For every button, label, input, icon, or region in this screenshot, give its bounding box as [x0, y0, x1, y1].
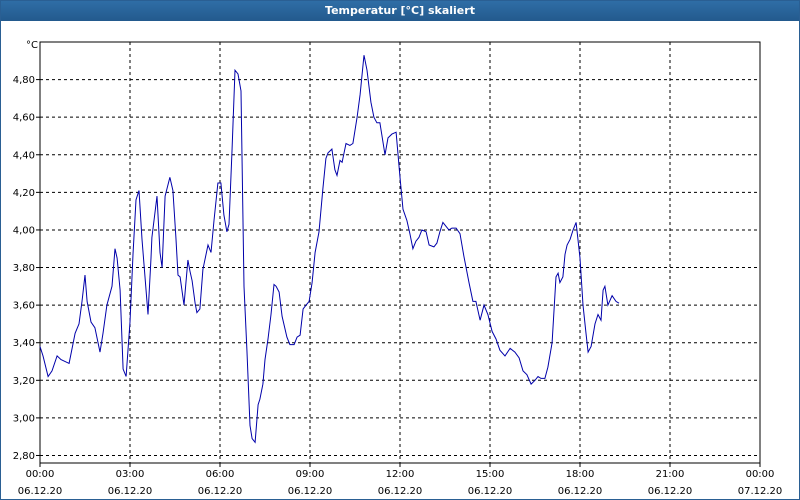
- y-tick-label: 4,60: [13, 113, 35, 124]
- y-tick-label: 4,40: [13, 150, 35, 161]
- x-tick-date-label: 06.12.20: [558, 486, 603, 497]
- y-tick-label: 4,20: [13, 188, 35, 199]
- x-tick-time-label: 03:00: [116, 469, 145, 480]
- y-axis-ticks: 2,80 3,00 3,20 3,40 3,60 3,80 4,00 4,20 4,40 4,60…: [13, 75, 40, 462]
- y-axis-unit-label: °C: [26, 40, 38, 51]
- y-tick-label: 3,00: [13, 413, 35, 424]
- x-tick-date-label: 06.12.20: [288, 486, 333, 497]
- x-tick-time-label: 12:00: [386, 469, 415, 480]
- x-tick-date-label: 06.12.20: [18, 486, 63, 497]
- x-tick-time-label: 00:00: [746, 469, 775, 480]
- x-tick-time-label: 06:00: [206, 469, 235, 480]
- x-axis-ticks: 00:00 06.12.20 03:00 06.12.20 06:00 06.12.20 0…: [18, 463, 783, 497]
- x-tick-time-label: 21:00: [656, 469, 685, 480]
- x-tick-date-label: 06.12.20: [648, 486, 693, 497]
- y-tick-label: 4,80: [13, 75, 35, 86]
- x-tick-time-label: 09:00: [296, 469, 325, 480]
- temperature-chart: 2,80 3,00 3,20 3,40 3,60 3,80 4,00 4,20 4,40 4,60…: [13, 40, 783, 497]
- x-tick-date-label: 06.12.20: [108, 486, 153, 497]
- x-tick-date-label: 06.12.20: [198, 486, 243, 497]
- temperature-series-line: [39, 55, 620, 444]
- y-tick-label: 3,20: [13, 376, 35, 387]
- x-tick-date-label: 06.12.20: [378, 486, 423, 497]
- x-tick-time-label: 00:00: [26, 469, 55, 480]
- y-tick-label: 3,80: [13, 263, 35, 274]
- x-tick-time-label: 15:00: [476, 469, 505, 480]
- chart-title: Temperatur [°C] skaliert: [1, 1, 799, 21]
- y-tick-label: 3,40: [13, 338, 35, 349]
- y-tick-label: 2,80: [13, 451, 35, 462]
- x-tick-date-label: 07.12.20: [738, 486, 783, 497]
- y-tick-label: 3,60: [13, 301, 35, 312]
- grid-lines: [40, 42, 760, 463]
- y-tick-label: 4,00: [13, 225, 35, 236]
- x-tick-date-label: 06.12.20: [468, 486, 513, 497]
- x-tick-time-label: 18:00: [566, 469, 595, 480]
- chart-window: Temperatur [°C] skaliert 2,80 3,00 3,20 3,4…: [0, 0, 800, 500]
